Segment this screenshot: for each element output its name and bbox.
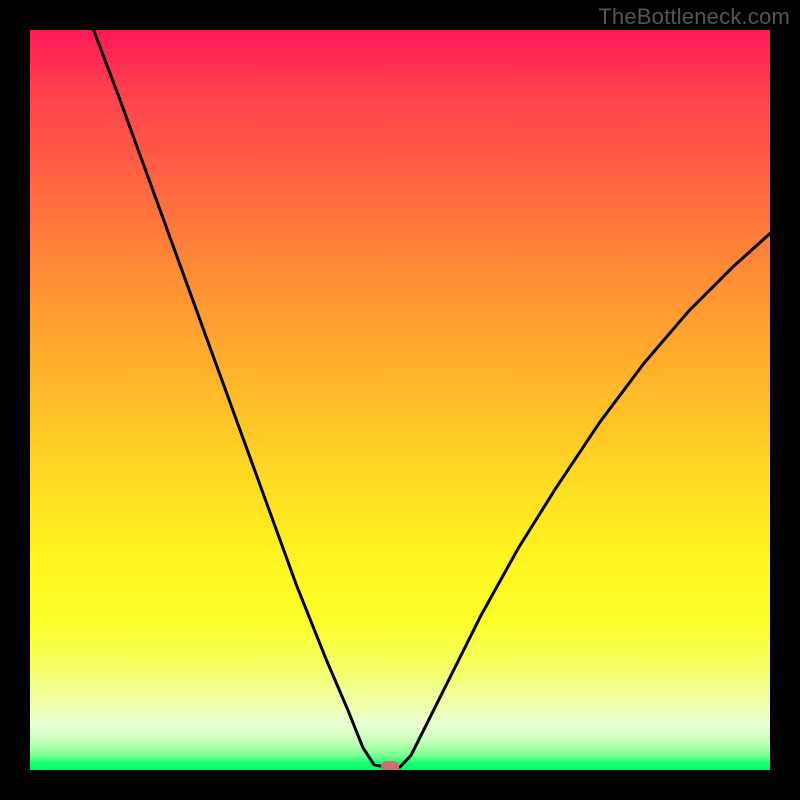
optimum-marker	[381, 761, 399, 770]
watermark-label: TheBottleneck.com	[598, 4, 790, 30]
plot-area	[30, 30, 770, 770]
chart-frame: TheBottleneck.com	[0, 0, 800, 800]
bottleneck-curve	[30, 30, 770, 770]
